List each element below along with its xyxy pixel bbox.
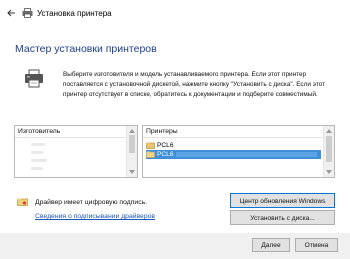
title-bar: Установка принтера — [0, 0, 350, 26]
list-item-blurred[interactable] — [31, 151, 43, 154]
printer-name: PCL6 — [157, 142, 174, 149]
driver-icon — [146, 142, 155, 149]
signature-status: Драйвер имеет цифровую подпись. — [35, 199, 148, 206]
printer-icon — [22, 8, 33, 18]
driver-icon — [146, 151, 155, 158]
next-button[interactable]: Далее — [252, 238, 290, 252]
scroll-thumb[interactable] — [129, 135, 135, 153]
scroll-down-icon[interactable] — [129, 170, 135, 174]
scroll-thumb[interactable] — [326, 136, 332, 162]
window-title: Установка принтера — [37, 9, 112, 18]
printer-list-header: Принтеры — [146, 128, 178, 135]
scroll-up-icon[interactable] — [129, 129, 135, 133]
driver-signing-link[interactable]: Сведения о подписывании драйверов — [35, 213, 155, 220]
manufacturer-scrollbar[interactable] — [126, 126, 137, 177]
header-divider — [15, 137, 126, 138]
printer-scrollbar[interactable] — [323, 126, 334, 177]
printer-list-item-selected[interactable]: PCL6 — [146, 150, 321, 159]
header-divider — [143, 137, 323, 138]
manufacturer-list-header: Изготовитель — [18, 128, 61, 135]
list-item-blurred[interactable] — [31, 159, 47, 162]
page-heading: Мастер установки принтеров — [15, 43, 157, 55]
list-item-blurred[interactable] — [31, 143, 45, 146]
have-disk-button[interactable]: Установить с диска... — [230, 210, 335, 225]
instructions-text: Выберите изготовителя и модель устанавли… — [63, 71, 326, 98]
manufacturer-list[interactable]: Изготовитель — [14, 125, 138, 178]
selection-highlight — [176, 152, 317, 157]
scroll-up-icon[interactable] — [326, 129, 332, 133]
windows-update-button[interactable]: Центр обновления Windows — [230, 193, 335, 208]
scroll-down-icon[interactable] — [326, 170, 332, 174]
printer-list-item[interactable]: PCL6 — [146, 141, 321, 150]
signed-driver-icon — [17, 198, 28, 206]
printer-disk-icon — [24, 69, 44, 89]
printer-model-list[interactable]: Принтеры PCL6 PCL6 — [142, 125, 335, 178]
printer-name: PCL6 — [157, 151, 174, 158]
back-arrow-icon[interactable] — [6, 8, 16, 18]
list-item-blurred[interactable] — [31, 167, 43, 170]
cancel-button[interactable]: Отмена — [295, 238, 338, 252]
